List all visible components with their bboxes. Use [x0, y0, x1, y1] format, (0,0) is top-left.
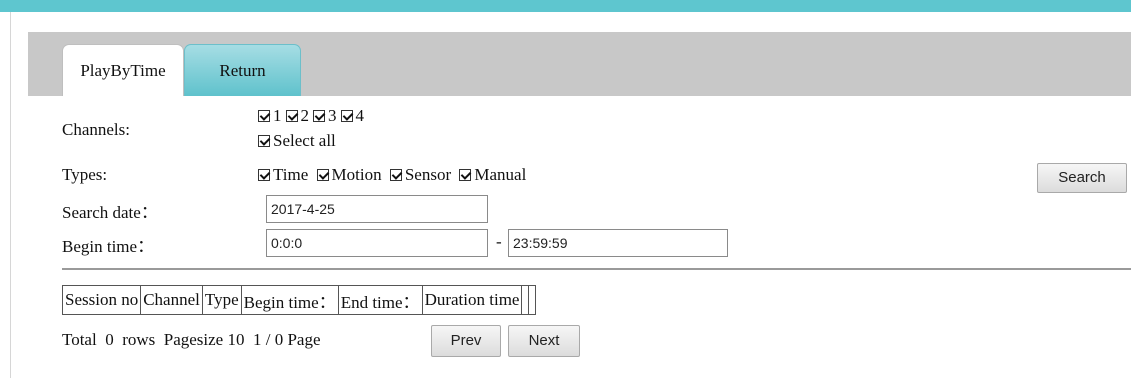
- select-all-checkbox[interactable]: Select all: [258, 131, 336, 151]
- prev-button[interactable]: Prev: [431, 325, 501, 357]
- tab-return[interactable]: Return: [184, 44, 301, 96]
- top-accent-bar: [0, 0, 1131, 12]
- section-divider: [62, 268, 1131, 270]
- next-button[interactable]: Next: [508, 325, 580, 357]
- checkbox-icon: [258, 110, 270, 122]
- checkbox-icon: [316, 169, 329, 181]
- channel-2-checkbox[interactable]: 2: [285, 106, 314, 125]
- column-header-empty: [528, 285, 537, 315]
- type-manual-checkbox[interactable]: Manual: [459, 165, 530, 184]
- pager-summary: Total 0 rows Pagesize 10 1 / 0 Page: [62, 330, 321, 349]
- type-options: Time Motion Sensor Manual: [258, 165, 530, 185]
- channels-label: Channels:: [62, 120, 130, 139]
- type-sensor-checkbox[interactable]: Sensor: [389, 165, 455, 184]
- begin-time-label: Begin time：: [62, 237, 155, 256]
- column-header-session-no: Session no: [61, 285, 142, 315]
- checkbox-icon: [313, 110, 325, 122]
- search-date-input[interactable]: 2017-4-25: [266, 195, 488, 223]
- results-table: Session no Channel Type Begin time： End …: [61, 285, 537, 315]
- checkbox-icon: [258, 169, 270, 181]
- column-header-duration-time: Duration time: [421, 285, 523, 315]
- begin-time-start-input[interactable]: 0:0:0: [266, 229, 488, 257]
- column-header-channel: Channel: [140, 285, 203, 315]
- checkbox-icon: [389, 169, 402, 181]
- checkbox-icon: [340, 110, 353, 122]
- checkbox-icon: [459, 169, 472, 181]
- channel-3-checkbox[interactable]: 3: [313, 106, 341, 125]
- type-motion-checkbox[interactable]: Motion: [316, 165, 386, 184]
- type-time-checkbox[interactable]: Time: [258, 165, 312, 184]
- column-header-empty: [521, 285, 530, 315]
- channel-1-checkbox[interactable]: 1: [258, 106, 286, 125]
- channel-4-checkbox[interactable]: 4: [340, 106, 369, 125]
- column-header-end-time: End time：: [337, 285, 423, 315]
- checkbox-icon: [258, 135, 270, 147]
- table-header-row: Session no Channel Type Begin time： End …: [61, 285, 537, 315]
- types-label: Types:: [62, 165, 108, 184]
- search-date-label: Search date：: [62, 203, 158, 222]
- checkbox-icon: [285, 110, 298, 122]
- column-header-begin-time: Begin time：: [240, 285, 339, 315]
- time-range-separator: -: [496, 232, 502, 251]
- begin-time-end-input[interactable]: 23:59:59: [508, 229, 728, 257]
- channel-options: 1234: [258, 106, 368, 126]
- search-button[interactable]: Search: [1037, 163, 1127, 193]
- tab-playbytime[interactable]: PlayByTime: [62, 44, 184, 96]
- column-header-type: Type: [201, 285, 242, 315]
